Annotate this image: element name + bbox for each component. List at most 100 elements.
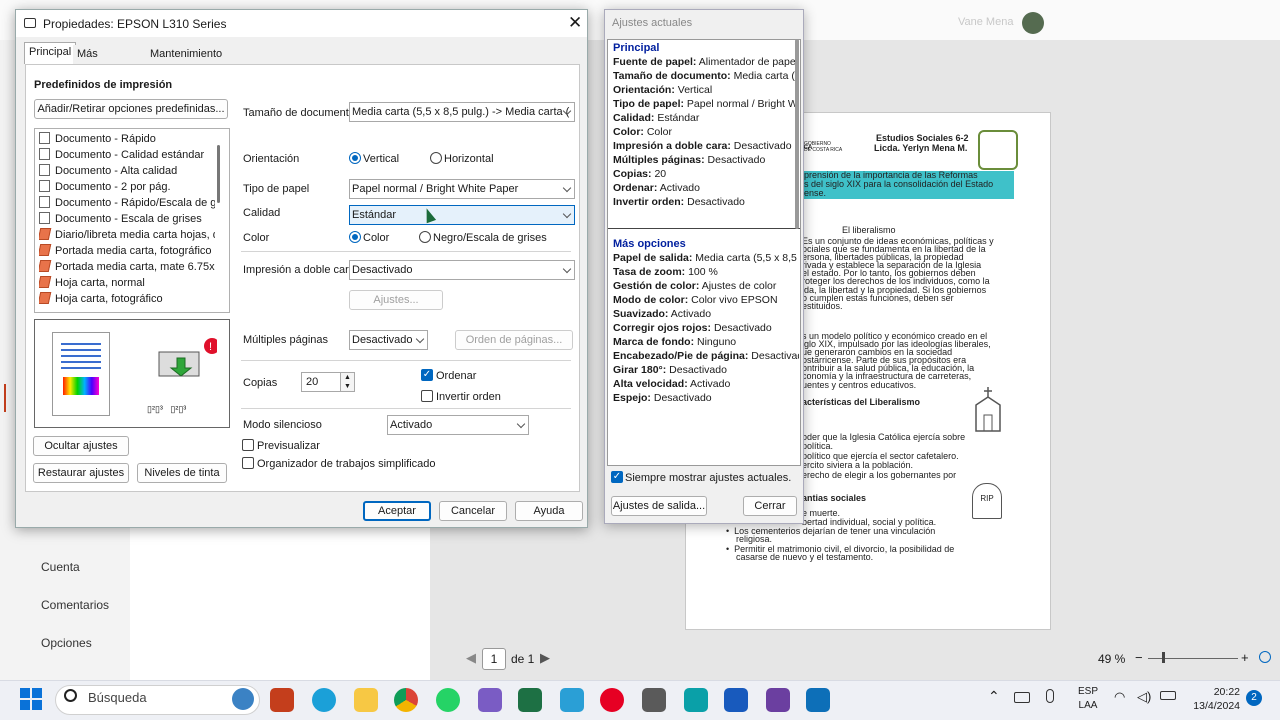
calculator-icon[interactable] — [642, 688, 666, 712]
always-show-label: Siempre mostrar ajustes actuales. — [625, 472, 792, 484]
battery-icon[interactable] — [1160, 691, 1176, 700]
tab-principal[interactable]: Principal — [24, 42, 77, 64]
quality-select[interactable]: Estándar — [349, 205, 575, 225]
grayscale-radio[interactable] — [419, 231, 431, 243]
list-item[interactable]: Hoja carta, normal — [39, 275, 215, 291]
orientation-horizontal-radio[interactable] — [430, 152, 442, 164]
summary-key: Tipo de papel: — [613, 98, 684, 110]
wifi-icon[interactable]: ◠ — [1114, 689, 1125, 705]
presets-scrollbar[interactable] — [217, 145, 220, 203]
summary-value: Desactivado — [653, 392, 712, 404]
tab-mantenimiento[interactable]: Mantenimiento — [146, 45, 227, 64]
reverse-order-checkbox[interactable] — [421, 390, 433, 402]
doc-size-label: Tamaño de documento — [243, 107, 355, 119]
close-summary-button[interactable]: Cerrar — [743, 496, 797, 516]
paper-type-label: Tipo de papel — [243, 183, 310, 195]
summary-key: Fuente de papel: — [613, 56, 697, 68]
pinterest-icon[interactable] — [600, 688, 624, 712]
accept-button[interactable]: Aceptar — [363, 501, 431, 521]
snipping-tool-icon[interactable] — [478, 688, 502, 712]
multipage-select[interactable]: Desactivado — [349, 330, 428, 350]
list-item[interactable]: Documento - Rápido/Escala de grises — [39, 195, 215, 211]
preset-label: Documento - 2 por pág. — [55, 181, 171, 193]
taskbar-search[interactable] — [55, 685, 260, 715]
chevron-down-icon — [562, 183, 572, 193]
sidebar-item-comentarios[interactable]: Comentarios — [41, 598, 109, 612]
fit-page-icon[interactable] — [1259, 651, 1271, 663]
clipchamp-icon[interactable] — [766, 688, 790, 712]
sidebar-item-cuenta[interactable]: Cuenta — [41, 560, 80, 574]
summary-row: Copias: 20 — [613, 168, 799, 180]
summary-key: Marca de fondo: — [613, 336, 695, 348]
app-window-icon[interactable] — [806, 688, 830, 712]
presets-list[interactable]: Documento - Rápido Documento - Calidad es… — [34, 128, 230, 313]
tab-mas-opciones[interactable]: Más opciones — [73, 45, 126, 78]
list-item[interactable]: Hoja carta, fotográfico — [39, 291, 215, 307]
chevron-up-icon[interactable]: ⌃ — [988, 688, 1000, 705]
list-item[interactable]: Documento - Alta calidad — [39, 163, 215, 179]
ink-levels-button[interactable]: Niveles de tinta — [137, 463, 227, 483]
color-radio[interactable] — [349, 231, 361, 243]
volume-icon[interactable]: ◁) — [1137, 689, 1151, 705]
page-order-button[interactable]: Orden de páginas... — [455, 330, 573, 350]
close-icon[interactable]: ✕ — [568, 13, 582, 33]
microphone-icon[interactable] — [1046, 689, 1054, 703]
quiet-mode-select[interactable]: Activado — [387, 415, 529, 435]
sidebar-item-opciones[interactable]: Opciones — [41, 636, 92, 650]
duplex-settings-button[interactable]: Ajustes... — [349, 290, 443, 310]
app-icon[interactable] — [684, 688, 708, 712]
excel-icon[interactable] — [518, 688, 542, 712]
avatar[interactable] — [1022, 12, 1044, 34]
file-explorer-icon[interactable] — [354, 688, 378, 712]
clock[interactable]: 20:22 13/4/2024 — [1190, 685, 1240, 713]
word-icon[interactable] — [724, 688, 748, 712]
zoom-out-icon[interactable]: − — [1135, 650, 1143, 665]
zoom-slider-thumb[interactable] — [1162, 652, 1165, 663]
list-item[interactable]: Portada media carta, fotográfico 6.75 — [39, 243, 215, 259]
list-item[interactable]: Documento - Rápido — [39, 131, 215, 147]
list-item[interactable]: Documento - Calidad estándar — [39, 147, 215, 163]
summary-value: Media carta (5,5 x 8,5 pulg.) — [695, 252, 799, 264]
always-show-checkbox[interactable]: ✓ — [611, 471, 623, 483]
whatsapp-icon[interactable] — [436, 688, 460, 712]
zoom-in-icon[interactable]: + — [1241, 650, 1249, 665]
summary-row: Tamaño de documento: Media carta (5,5 x … — [613, 70, 799, 82]
list-item[interactable]: Documento - Escala de grises — [39, 211, 215, 227]
cancel-button[interactable]: Cancelar — [439, 501, 507, 521]
output-settings-button[interactable]: Ajustes de salida... — [611, 496, 707, 516]
preview-checkbox[interactable] — [242, 439, 254, 451]
add-remove-presets-button[interactable]: Añadir/Retirar opciones predefinidas... — [34, 99, 228, 119]
help-button[interactable]: Ayuda — [515, 501, 583, 521]
duplex-select[interactable]: Desactivado — [349, 260, 575, 280]
page-layout-icon — [52, 332, 110, 416]
list-item[interactable]: Portada media carta, mate 6.75x9.75 — [39, 259, 215, 275]
stepper-arrows-icon[interactable]: ▲ ▼ — [340, 373, 354, 391]
summary-key: Girar 180°: — [613, 364, 667, 376]
collate-checkbox[interactable]: ✓ — [421, 369, 433, 381]
hide-settings-button[interactable]: Ocultar ajustes — [33, 436, 129, 456]
photos-icon[interactable] — [560, 688, 584, 712]
next-page-icon[interactable]: ▶ — [540, 650, 550, 666]
preset-label: Diario/libreta media carta hojas, de — [55, 229, 215, 241]
orientation-vertical-radio[interactable] — [349, 152, 361, 164]
page-number-input[interactable]: 1 — [482, 648, 506, 670]
chrome-icon[interactable] — [394, 688, 418, 712]
summary-value: Desactivado — [707, 154, 766, 166]
job-organizer-checkbox[interactable] — [242, 457, 254, 469]
notification-badge[interactable]: 2 — [1246, 690, 1262, 706]
list-item[interactable]: Documento - 2 por pág. — [39, 179, 215, 195]
windows-start-icon[interactable] — [20, 688, 42, 710]
list-item[interactable]: Diario/libreta media carta hojas, de — [39, 227, 215, 243]
skype-icon[interactable] — [312, 688, 336, 712]
document-preset-icon — [39, 164, 50, 176]
doc-line: erecho de elegir a los gobernantes por — [802, 469, 957, 480]
summary-scrollbar[interactable] — [795, 39, 799, 229]
paper-type-select[interactable]: Papel normal / Bright White Paper — [349, 179, 575, 199]
powerpoint-icon[interactable] — [270, 688, 294, 712]
prev-page-icon[interactable]: ◀ — [466, 650, 476, 666]
keyboard-icon[interactable] — [1014, 692, 1030, 703]
doc-size-select[interactable]: Media carta (5,5 x 8,5 pulg.) -> Media c… — [349, 102, 575, 122]
doc-title: El liberalismo — [842, 225, 896, 235]
language-indicator[interactable]: ESP LAA — [1078, 685, 1098, 713]
restore-settings-button[interactable]: Restaurar ajustes — [33, 463, 129, 483]
